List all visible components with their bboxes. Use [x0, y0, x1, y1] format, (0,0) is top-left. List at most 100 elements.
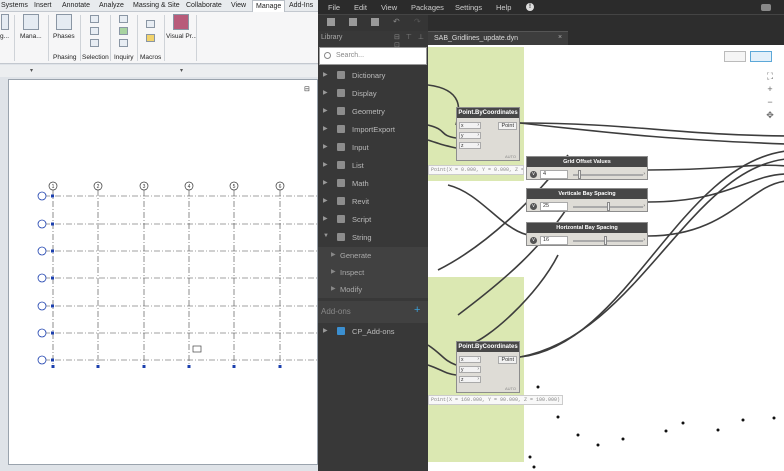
slider-thumb[interactable]	[607, 202, 610, 211]
library-category[interactable]: ▶ CP_Add-ons	[318, 323, 428, 341]
ribbon-tool-partial[interactable]: g...	[0, 14, 9, 40]
grid-end-handle	[187, 365, 191, 368]
grid-head-label: 4	[188, 184, 191, 190]
tab-insert[interactable]: Insert	[34, 2, 52, 9]
library-category[interactable]: ▶ Revit	[318, 193, 428, 211]
slider-value[interactable]: 4	[540, 170, 568, 179]
connector-wire	[428, 344, 457, 366]
dynamo-toolbar: ↶ ↷	[318, 15, 428, 31]
divider	[80, 15, 81, 61]
chevron-down-icon[interactable]: v	[530, 203, 537, 210]
pan-icon[interactable]: ✥	[763, 109, 777, 122]
notification-icon[interactable]: !	[526, 3, 534, 11]
library-category-expanded[interactable]: ▼ String	[318, 229, 428, 247]
zoom-extents-icon[interactable]: ⛶	[763, 70, 777, 83]
tab-massing-site[interactable]: Massing & Site	[133, 2, 180, 9]
library-category[interactable]: ▶ ImportExport	[318, 121, 428, 139]
input-port-x[interactable]: x ›	[459, 122, 481, 129]
grid-head-label: 1	[52, 184, 55, 190]
menu-packages[interactable]: Packages	[411, 3, 444, 12]
library-subcategory[interactable]: ▶ Generate	[318, 247, 428, 264]
undo-icon[interactable]: ↶	[393, 17, 400, 26]
new-file-icon[interactable]	[327, 18, 335, 26]
visual-programming-tool[interactable]: Visual Pr...	[166, 14, 197, 40]
input-port-x[interactable]: x ›	[459, 356, 481, 363]
manage-icon	[22, 14, 39, 30]
slider-value[interactable]: 16	[540, 236, 568, 245]
slider-thumb[interactable]	[578, 170, 582, 179]
inquiry-icon[interactable]	[119, 27, 128, 35]
chevron-right-icon: ▶	[323, 328, 328, 334]
library-category[interactable]: ▶ Geometry	[318, 103, 428, 121]
graph-view-icon[interactable]	[750, 51, 772, 62]
input-port-y[interactable]: y ›	[459, 132, 481, 139]
tab-manage[interactable]: Manage	[252, 0, 286, 12]
zoom-in-icon[interactable]: +	[763, 83, 777, 96]
output-port-point[interactable]: Point	[498, 356, 517, 364]
vertical-bay-spacing-slider[interactable]: Verticale Bay Spacing v 25 ›	[526, 188, 648, 212]
library-title: Library	[321, 34, 343, 41]
chevron-down-icon[interactable]: ▾	[30, 67, 33, 74]
geometry-view-icon[interactable]	[724, 51, 746, 62]
horizontal-bay-spacing-slider[interactable]: Horizontal Bay Spacing v 16 ›	[526, 222, 648, 246]
tab-collaborate[interactable]: Collaborate	[186, 2, 222, 9]
list-icon	[337, 161, 345, 169]
tab-annotate[interactable]: Annotate	[62, 2, 90, 9]
camera-icon[interactable]	[761, 4, 771, 11]
inquiry-icon[interactable]	[119, 39, 128, 47]
point-by-coordinates-node[interactable]: Point.ByCoordinates x › y › z › Point AUTO	[456, 107, 520, 161]
input-port-y[interactable]: y ›	[459, 366, 481, 373]
library-subcategory[interactable]: ▶ Inspect	[318, 264, 428, 281]
library-category[interactable]: ▶ Display	[318, 85, 428, 103]
library-category[interactable]: ▶ Dictionary	[318, 67, 428, 85]
graph-canvas[interactable]: Point.ByCoordinates x › y › z › Point AUTO …	[428, 45, 784, 471]
manage-tool[interactable]: Mana...	[20, 14, 42, 40]
chevron-down-icon[interactable]: v	[530, 171, 537, 178]
redo-icon[interactable]: ↷	[414, 17, 421, 26]
library-category[interactable]: ▶ Input	[318, 139, 428, 157]
chevron-right-icon: ▶	[323, 108, 328, 114]
chevron-down-icon[interactable]: v	[530, 237, 537, 244]
input-port-z[interactable]: z ›	[459, 376, 481, 383]
library-subcategory[interactable]: ▶ Modify	[318, 281, 428, 298]
menu-edit[interactable]: Edit	[354, 3, 367, 12]
slider-value[interactable]: 25	[540, 202, 568, 211]
output-port-point[interactable]: Point	[498, 122, 517, 130]
inquiry-icon[interactable]	[119, 15, 128, 23]
chevron-down-icon[interactable]: ▾	[180, 67, 183, 74]
selection-icon[interactable]	[90, 27, 99, 35]
view-close-button[interactable]: ⊟	[304, 85, 310, 93]
slider-track[interactable]	[573, 174, 643, 176]
grid-offset-slider[interactable]: Grid Offset Values v 4 ›	[526, 156, 648, 180]
tab-view[interactable]: View	[231, 2, 246, 9]
save-file-icon[interactable]	[371, 18, 379, 26]
tab-add-ins[interactable]: Add-Ins	[289, 2, 313, 9]
group-inquiry: Inquiry	[114, 54, 134, 61]
chevron-right-icon: ▶	[323, 144, 328, 150]
slider-track[interactable]	[573, 240, 643, 242]
phases-tool[interactable]: Phases	[53, 14, 75, 40]
tab-analyze[interactable]: Analyze	[99, 2, 124, 9]
library-search-input[interactable]: Search...	[319, 47, 427, 65]
connector-wire	[428, 139, 457, 149]
macro-security-icon[interactable]	[146, 34, 155, 42]
open-file-icon[interactable]	[349, 18, 357, 26]
close-icon[interactable]: ×	[558, 34, 562, 41]
library-category[interactable]: ▶ Math	[318, 175, 428, 193]
menu-help[interactable]: Help	[496, 3, 511, 12]
macro-manager-icon[interactable]	[146, 20, 155, 28]
tab-systems[interactable]: Systems	[1, 2, 28, 9]
menu-settings[interactable]: Settings	[455, 3, 482, 12]
input-port-z[interactable]: z ›	[459, 142, 481, 149]
selection-icon[interactable]	[90, 39, 99, 47]
library-category[interactable]: ▶ List	[318, 157, 428, 175]
workspace-tab[interactable]: SAB_Gridlines_update.dyn ×	[428, 31, 568, 45]
menu-file[interactable]: File	[328, 3, 340, 12]
point-by-coordinates-node[interactable]: Point.ByCoordinates x › y › z › Point AUTO	[456, 341, 520, 393]
add-icon[interactable]: +	[414, 304, 420, 316]
zoom-out-icon[interactable]: −	[763, 96, 777, 109]
menu-view[interactable]: View	[381, 3, 397, 12]
slider-thumb[interactable]	[603, 236, 607, 245]
selection-icon[interactable]	[90, 15, 99, 23]
library-category[interactable]: ▶ Script	[318, 211, 428, 229]
